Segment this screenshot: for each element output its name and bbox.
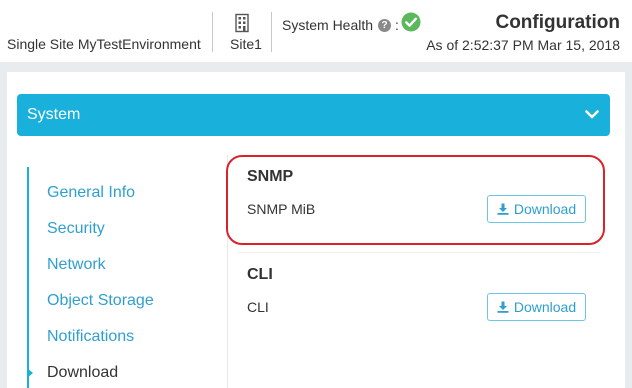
header-divider <box>271 12 272 52</box>
cli-section-title: CLI <box>247 266 273 283</box>
section-divider <box>238 252 600 253</box>
settings-nav: General Info Security Network Object Sto… <box>27 167 227 388</box>
check-circle-icon <box>401 12 421 32</box>
nav-item-download[interactable]: Download <box>47 364 118 382</box>
nav-item-general-info[interactable]: General Info <box>47 184 135 202</box>
system-accordion-label: System <box>27 106 81 123</box>
nav-item-notifications[interactable]: Notifications <box>47 328 134 346</box>
snmp-highlight-annotation <box>226 155 605 245</box>
system-accordion-header[interactable]: System <box>17 94 610 136</box>
cli-download-label: Download <box>513 299 577 315</box>
environment-name[interactable]: Single Site MyTestEnvironment <box>7 36 201 52</box>
nav-item-network[interactable]: Network <box>47 256 106 274</box>
last-updated-timestamp: As of 2:52:37 PM Mar 15, 2018 <box>426 37 620 53</box>
site-name[interactable]: Site1 <box>230 36 262 52</box>
header-divider <box>212 12 213 52</box>
health-colon: : <box>395 17 399 33</box>
nav-item-object-storage[interactable]: Object Storage <box>47 292 154 310</box>
logo <box>6 12 107 34</box>
active-indicator-caret <box>27 368 33 378</box>
page-title: Configuration <box>495 12 620 33</box>
system-health-label: System Health <box>282 17 374 33</box>
system-health: System Health ? : <box>282 17 399 33</box>
page-header: Single Site MyTestEnvironment Site1 Syst… <box>0 0 632 62</box>
cli-item-label: CLI <box>247 299 269 315</box>
download-icon <box>497 301 509 313</box>
building-icon[interactable] <box>233 13 253 33</box>
nav-item-security[interactable]: Security <box>47 220 105 238</box>
question-circle-icon[interactable]: ? <box>378 18 392 32</box>
chevron-down-icon[interactable] <box>584 106 600 122</box>
cli-download-button[interactable]: Download <box>487 293 586 321</box>
